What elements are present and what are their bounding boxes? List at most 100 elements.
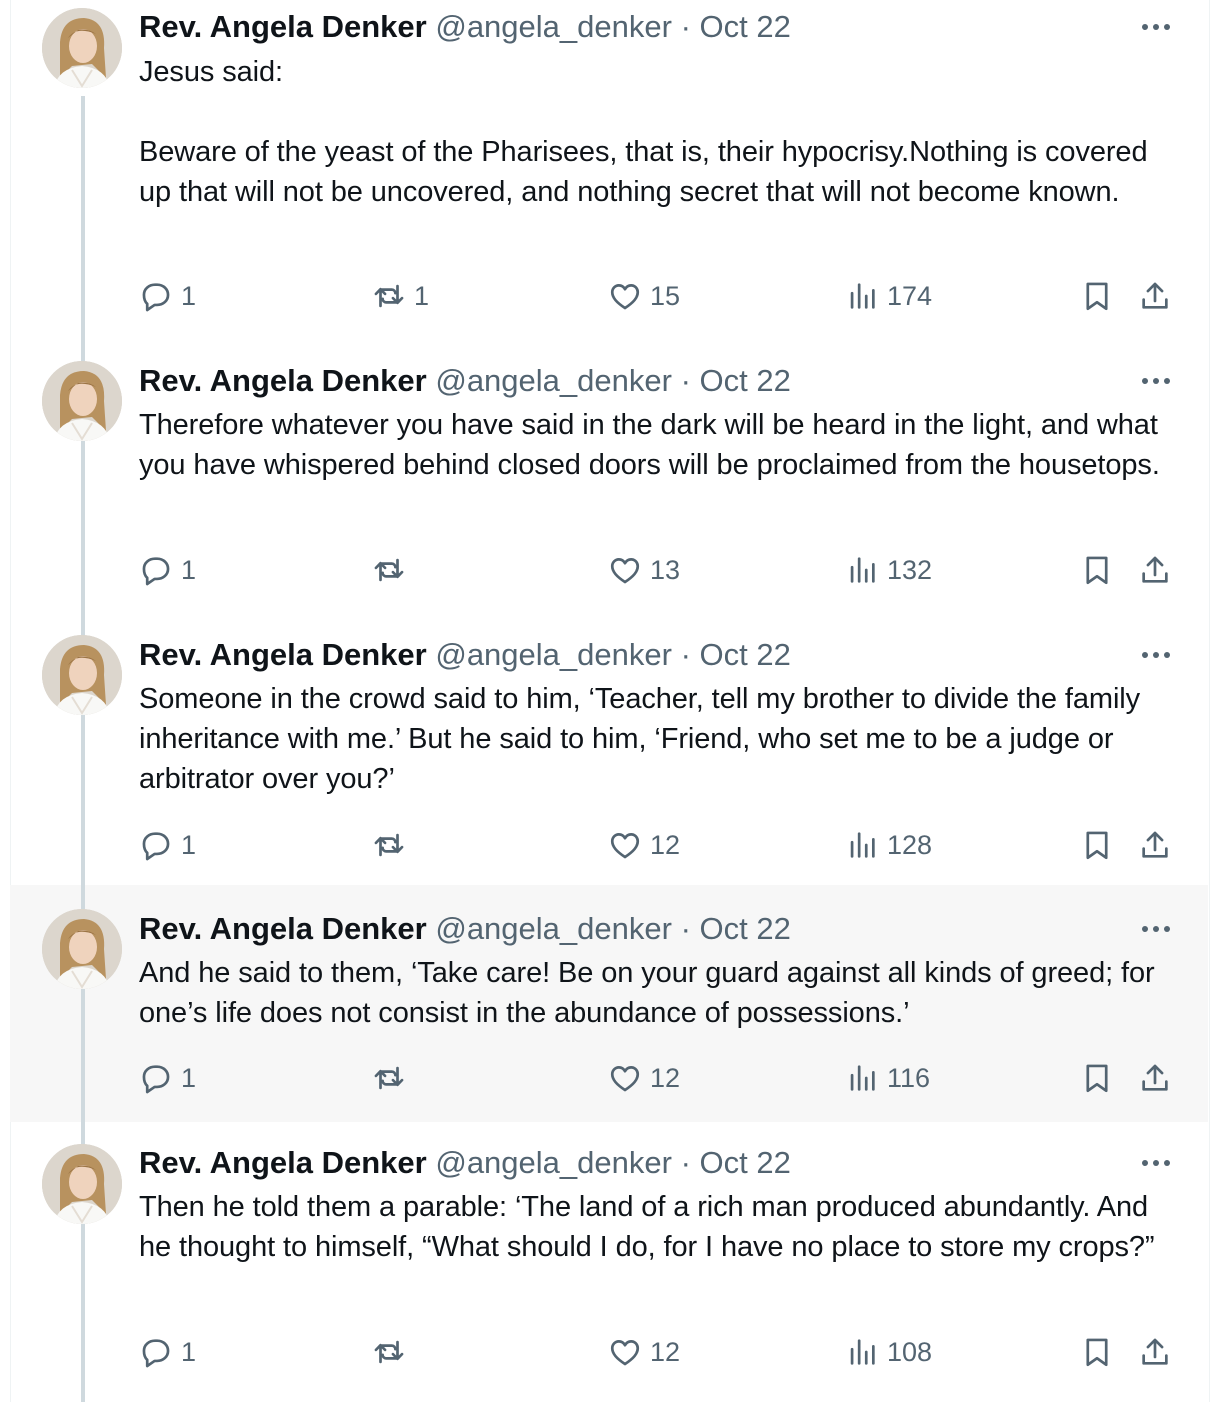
reply-count: 1 (181, 1062, 197, 1093)
like-button[interactable]: 12 (608, 1332, 680, 1372)
tweet-text: Then he told them a parable: ‘The land o… (139, 1191, 1157, 1263)
repost-button[interactable]: 1 (372, 276, 429, 316)
tweet-date[interactable]: Oct 22 (700, 9, 791, 44)
heart-icon (610, 833, 640, 859)
avatar[interactable] (42, 635, 122, 715)
like-count: 12 (650, 1336, 681, 1367)
speech-bubble-icon (142, 1339, 170, 1368)
views-button[interactable]: 116 (845, 1058, 930, 1098)
more-options-button[interactable] (1138, 9, 1174, 45)
like-button[interactable]: 13 (608, 550, 680, 590)
share-button[interactable] (1138, 1058, 1172, 1098)
like-count: 15 (650, 280, 681, 311)
tweet[interactable]: Rev. Angela Denker @angela_denker · Oct … (10, 0, 1208, 345)
author-name[interactable]: Rev. Angela Denker (139, 637, 427, 672)
separator-dot: · (680, 363, 691, 398)
avatar[interactable] (42, 1144, 122, 1224)
reply-button[interactable]: 1 (139, 1058, 196, 1098)
heart-icon (610, 1340, 640, 1366)
more-options-button[interactable] (1138, 1145, 1174, 1181)
author-name[interactable]: Rev. Angela Denker (139, 363, 427, 398)
share-button[interactable] (1138, 1332, 1172, 1372)
bookmark-button[interactable] (1080, 825, 1114, 865)
tweet-header: Rev. Angela Denker @angela_denker · Oct … (139, 909, 791, 949)
tweet-date[interactable]: Oct 22 (700, 1145, 791, 1180)
tweet[interactable]: Rev. Angela Denker @angela_denker · Oct … (10, 885, 1208, 1122)
more-options-button[interactable] (1138, 911, 1174, 947)
like-count: 13 (650, 554, 681, 585)
tweet-date[interactable]: Oct 22 (700, 363, 791, 398)
share-button[interactable] (1138, 825, 1172, 865)
author-handle[interactable]: @angela_denker (435, 911, 672, 946)
more-options-button[interactable] (1138, 637, 1174, 673)
author-handle[interactable]: @angela_denker (435, 1145, 672, 1180)
avatar[interactable] (42, 361, 122, 441)
bookmark-button[interactable] (1080, 1058, 1114, 1098)
more-options-button[interactable] (1138, 363, 1174, 399)
bookmark-icon (1086, 1338, 1108, 1367)
reply-button[interactable]: 1 (139, 1332, 196, 1372)
share-upload-icon (1142, 1338, 1168, 1365)
like-button[interactable]: 15 (608, 276, 680, 316)
tweet-actions: 1 1 15 174 (10, 276, 1208, 316)
views-button[interactable]: 132 (845, 550, 932, 590)
tweet-date[interactable]: Oct 22 (700, 911, 791, 946)
share-button[interactable] (1138, 550, 1172, 590)
tweet-date[interactable]: Oct 22 (700, 637, 791, 672)
bookmark-button[interactable] (1080, 276, 1114, 316)
author-handle[interactable]: @angela_denker (435, 363, 672, 398)
tweet-actions: 1 12 128 (10, 825, 1208, 865)
reply-count: 1 (181, 829, 197, 860)
reply-button[interactable]: 1 (139, 276, 196, 316)
repost-button[interactable] (372, 1058, 414, 1098)
views-button[interactable]: 174 (845, 276, 932, 316)
repost-count: 1 (414, 280, 430, 311)
tweet-text: Jesus said: Beware of the yeast of the P… (139, 56, 1148, 208)
speech-bubble-icon (142, 832, 170, 861)
ellipsis-icon (1142, 652, 1170, 658)
bar-chart-icon (850, 832, 875, 858)
like-button[interactable]: 12 (608, 825, 680, 865)
repost-button[interactable] (372, 550, 414, 590)
repost-arrows-icon (374, 1066, 404, 1090)
ellipsis-icon (1142, 24, 1170, 30)
repost-button[interactable] (372, 1332, 414, 1372)
tweet[interactable]: Rev. Angela Denker @angela_denker · Oct … (10, 621, 1208, 885)
avatar[interactable] (42, 8, 122, 88)
share-button[interactable] (1138, 276, 1172, 316)
reply-button[interactable]: 1 (139, 825, 196, 865)
reply-button[interactable]: 1 (139, 550, 196, 590)
ellipsis-icon (1142, 378, 1170, 384)
bookmark-button[interactable] (1080, 550, 1114, 590)
tweet-header: Rev. Angela Denker @angela_denker · Oct … (139, 7, 791, 47)
author-handle[interactable]: @angela_denker (435, 9, 672, 44)
like-button[interactable]: 12 (608, 1058, 680, 1098)
avatar[interactable] (42, 909, 122, 989)
separator-dot: · (680, 637, 691, 672)
bookmark-icon (1086, 556, 1108, 585)
tweet[interactable]: Rev. Angela Denker @angela_denker · Oct … (10, 1122, 1208, 1402)
repost-arrows-icon (374, 558, 404, 582)
views-button[interactable]: 108 (845, 1332, 932, 1372)
author-name[interactable]: Rev. Angela Denker (139, 9, 427, 44)
tweet-text: Therefore whatever you have said in the … (139, 409, 1166, 481)
ellipsis-icon (1142, 926, 1170, 932)
bar-chart-icon (850, 1339, 875, 1365)
share-upload-icon (1142, 282, 1168, 309)
heart-icon (610, 558, 640, 584)
bookmark-button[interactable] (1080, 1332, 1114, 1372)
author-handle[interactable]: @angela_denker (435, 637, 672, 672)
speech-bubble-icon (142, 283, 170, 312)
repost-button[interactable] (372, 825, 414, 865)
tweet[interactable]: Rev. Angela Denker @angela_denker · Oct … (10, 345, 1208, 621)
like-count: 12 (650, 829, 681, 860)
tweet-actions: 1 13 132 (10, 550, 1208, 590)
repost-arrows-icon (374, 284, 404, 308)
separator-dot: · (680, 911, 691, 946)
author-name[interactable]: Rev. Angela Denker (139, 1145, 427, 1180)
bar-chart-icon (850, 557, 875, 583)
views-button[interactable]: 128 (845, 825, 932, 865)
author-name[interactable]: Rev. Angela Denker (139, 911, 427, 946)
reply-count: 1 (181, 1336, 197, 1367)
tweet-actions: 1 12 116 (10, 1058, 1208, 1098)
